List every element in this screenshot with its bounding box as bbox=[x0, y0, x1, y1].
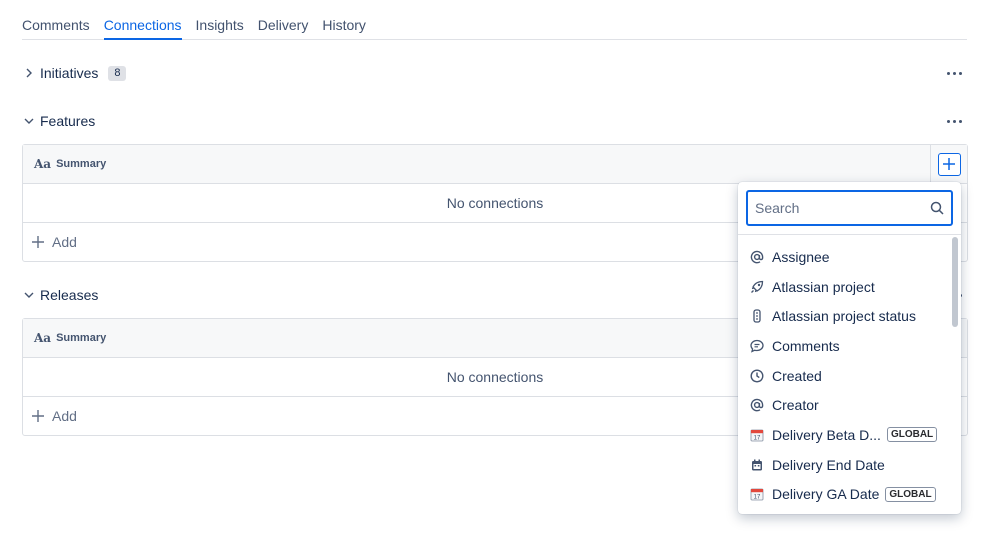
empty-state-text: No connections bbox=[446, 369, 544, 385]
field-item-delivery-end-date[interactable]: Delivery End Date bbox=[738, 450, 948, 480]
plus-icon bbox=[31, 235, 45, 249]
features-title: Features bbox=[40, 113, 96, 129]
chevron-right-icon[interactable] bbox=[22, 66, 36, 80]
add-field-button[interactable] bbox=[937, 152, 961, 176]
tab-history[interactable]: History bbox=[315, 0, 373, 40]
chevron-down-icon[interactable] bbox=[22, 288, 36, 302]
add-label: Add bbox=[52, 408, 77, 424]
tab-comments[interactable]: Comments bbox=[22, 0, 97, 40]
field-item-label: Delivery End Date bbox=[772, 456, 885, 473]
global-badge: GLOBAL bbox=[886, 427, 938, 443]
field-item-label: Delivery Beta D... bbox=[772, 426, 881, 443]
empty-state-text: No connections bbox=[446, 195, 544, 211]
initiatives-title: Initiatives bbox=[40, 65, 99, 81]
add-column-cell bbox=[930, 145, 967, 183]
summary-column-header: Summary bbox=[56, 158, 107, 170]
search-box bbox=[746, 190, 953, 226]
chevron-down-icon[interactable] bbox=[22, 114, 36, 128]
field-item-created[interactable]: Created bbox=[738, 361, 948, 391]
field-item-delivery-ga-date[interactable]: 17 Delivery GA Date GLOBAL bbox=[738, 480, 948, 510]
initiatives-count-badge: 8 bbox=[108, 65, 127, 81]
traffic-light-icon bbox=[749, 309, 764, 324]
field-item-atlassian-project[interactable]: Atlassian project bbox=[738, 272, 948, 302]
clock-icon bbox=[749, 368, 764, 383]
field-item-delivery-beta-date[interactable]: 17 Delivery Beta D... GLOBAL bbox=[738, 420, 948, 450]
field-item-assignee[interactable]: Assignee bbox=[738, 242, 948, 272]
features-table-header: Aa Summary bbox=[23, 145, 967, 184]
initiatives-more-button[interactable] bbox=[943, 62, 965, 84]
field-item-label: Atlassian project status bbox=[772, 308, 916, 325]
plus-icon bbox=[31, 409, 45, 423]
initiatives-section-header[interactable]: Initiatives 8 bbox=[22, 62, 967, 84]
field-item-atlassian-project-status[interactable]: Atlassian project status bbox=[738, 301, 948, 331]
field-item-label: Created bbox=[772, 367, 822, 384]
releases-title: Releases bbox=[40, 287, 99, 303]
features-more-button[interactable] bbox=[943, 110, 965, 132]
field-item-label: Comments bbox=[772, 337, 840, 354]
search-icon bbox=[930, 201, 944, 215]
plus-icon bbox=[943, 158, 955, 170]
calendar-icon bbox=[749, 457, 764, 472]
tab-insights[interactable]: Insights bbox=[189, 0, 251, 40]
search-input[interactable] bbox=[755, 200, 925, 216]
field-item-comments[interactable]: Comments bbox=[738, 331, 948, 361]
calendar-emoji-icon: 17 bbox=[749, 427, 764, 442]
rocket-icon bbox=[749, 279, 764, 294]
svg-text:17: 17 bbox=[753, 436, 760, 442]
tab-bar: Comments Connections Insights Delivery H… bbox=[22, 0, 967, 40]
summary-column-header: Summary bbox=[56, 332, 107, 344]
tab-delivery[interactable]: Delivery bbox=[251, 0, 316, 40]
field-list: Assignee Atlassian project Atlassian pro… bbox=[738, 242, 948, 509]
add-label: Add bbox=[52, 234, 77, 250]
popup-scrollbar[interactable] bbox=[952, 237, 958, 327]
popup-divider bbox=[738, 234, 961, 235]
text-field-icon: Aa bbox=[34, 157, 52, 171]
at-icon bbox=[749, 398, 764, 413]
global-badge: GLOBAL bbox=[885, 486, 936, 502]
tab-connections[interactable]: Connections bbox=[97, 0, 189, 40]
at-icon bbox=[749, 249, 764, 264]
field-item-creator[interactable]: Creator bbox=[738, 390, 948, 420]
features-section-header[interactable]: Features bbox=[22, 110, 967, 132]
svg-text:17: 17 bbox=[753, 495, 760, 501]
field-item-label: Creator bbox=[772, 397, 819, 414]
field-item-label: Delivery GA Date bbox=[772, 486, 880, 503]
comment-icon bbox=[749, 338, 764, 353]
field-item-label: Atlassian project bbox=[772, 278, 875, 295]
field-item-label: Assignee bbox=[772, 248, 830, 265]
field-picker-popup: Assignee Atlassian project Atlassian pro… bbox=[738, 182, 961, 514]
calendar-emoji-icon: 17 bbox=[749, 487, 764, 502]
text-field-icon: Aa bbox=[34, 331, 52, 345]
